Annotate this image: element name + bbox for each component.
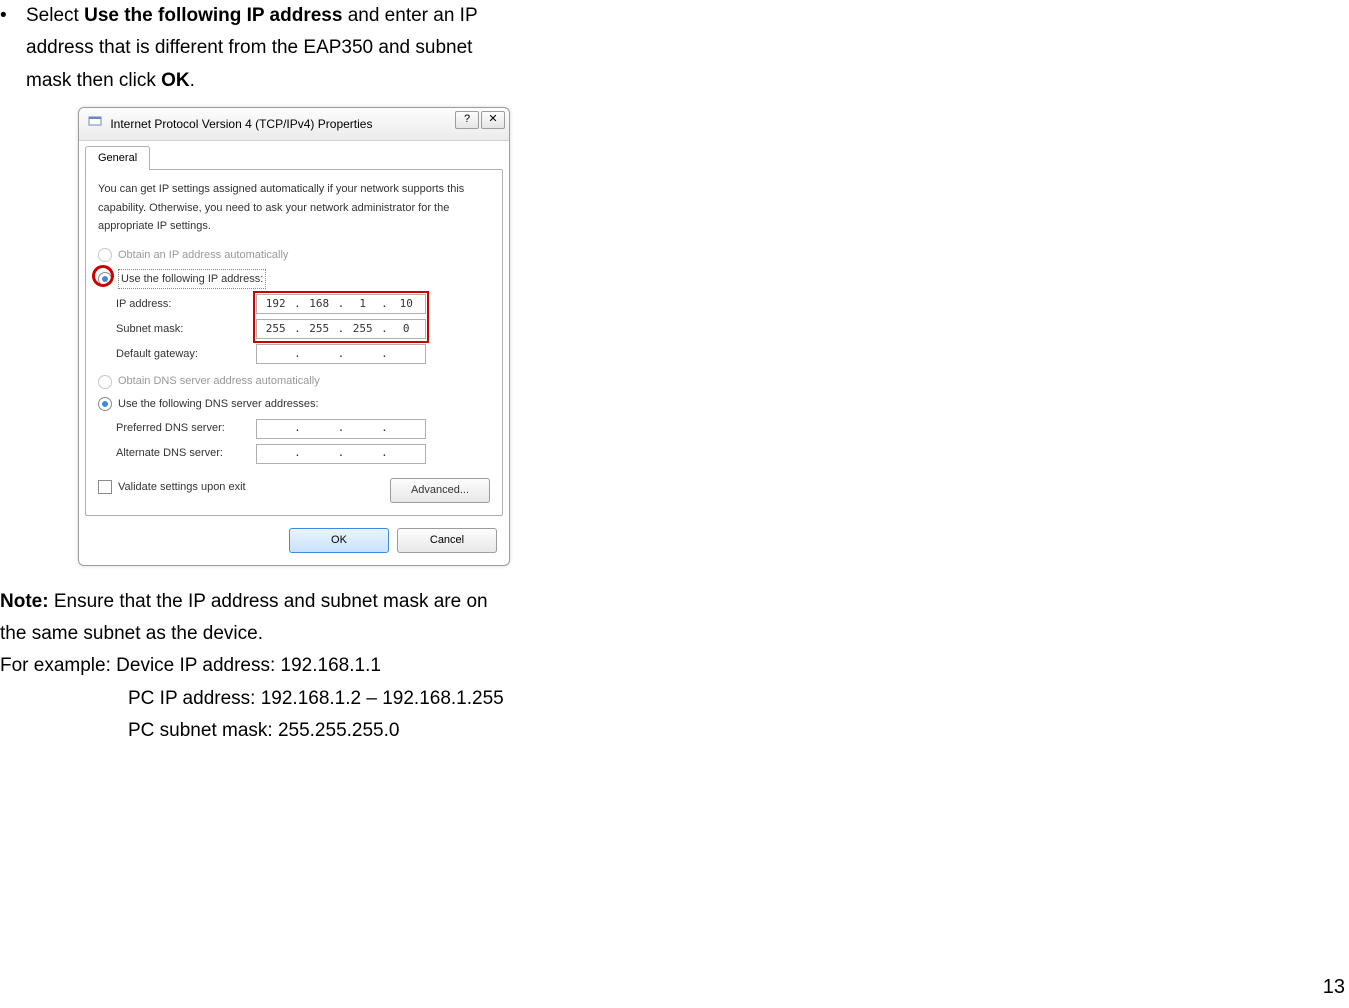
- note-line1: Note: Ensure that the IP address and sub…: [0, 586, 620, 618]
- ip-group: Obtain an IP address automatically Use t…: [98, 246, 490, 364]
- instr-prefix: Select: [26, 5, 84, 26]
- note-line1-rest: Ensure that the IP address and subnet ma…: [49, 591, 488, 612]
- note-bold: Note:: [0, 591, 49, 612]
- tab-panel-general: You can get IP settings assigned automat…: [85, 169, 503, 516]
- radio-auto-dns-label: Obtain DNS server address automatically: [118, 372, 320, 391]
- radio-auto-ip[interactable]: [98, 248, 112, 262]
- alt-dns-row: Alternate DNS server: . . .: [116, 444, 490, 464]
- note-line3: For example: Device IP address: 192.168.…: [0, 650, 620, 682]
- radio-use-ip-row[interactable]: Use the following IP address:: [98, 269, 490, 290]
- radio-auto-dns[interactable]: [98, 375, 112, 389]
- pref-dns-input[interactable]: . . .: [256, 419, 426, 439]
- instr-mid: and enter an IP: [342, 5, 477, 26]
- instruction-line1: Select Use the following IP address and …: [26, 0, 478, 32]
- gateway-label: Default gateway:: [116, 345, 256, 364]
- subnet-label: Subnet mask:: [116, 320, 256, 339]
- validate-label: Validate settings upon exit: [118, 478, 246, 497]
- dns-group: Obtain DNS server address automatically …: [98, 372, 490, 463]
- ip-address-label: IP address:: [116, 295, 256, 314]
- dialog-title-text: Internet Protocol Version 4 (TCP/IPv4) P…: [110, 117, 372, 131]
- instruction-line3: mask then click OK.: [0, 65, 620, 97]
- validate-checkbox[interactable]: [98, 480, 112, 494]
- advanced-button[interactable]: Advanced...: [390, 478, 490, 503]
- tcpip-properties-dialog: Internet Protocol Version 4 (TCP/IPv4) P…: [78, 107, 510, 566]
- instr-line3b: .: [190, 70, 195, 91]
- dns-fields: Preferred DNS server: . . . Alternate DN…: [116, 419, 490, 464]
- ok-button[interactable]: OK: [289, 528, 389, 553]
- note-line4: PC IP address: 192.168.1.2 – 192.168.1.2…: [0, 683, 620, 715]
- dialog-icon: [87, 114, 103, 134]
- cancel-button[interactable]: Cancel: [397, 528, 497, 553]
- instruction-bullet-row: • Select Use the following IP address an…: [0, 0, 620, 32]
- tabstrip: General: [79, 141, 509, 169]
- dialog-button-row: OK Cancel: [79, 522, 509, 565]
- page-number: 13: [1323, 970, 1345, 1004]
- pref-dns-label: Preferred DNS server:: [116, 419, 256, 438]
- gateway-input[interactable]: . . .: [256, 344, 426, 364]
- highlight-box-icon: [253, 291, 429, 343]
- radio-auto-dns-row[interactable]: Obtain DNS server address automatically: [98, 372, 490, 391]
- instruction-line2: address that is different from the EAP35…: [0, 32, 620, 64]
- instr-bold-use-ip: Use the following IP address: [84, 5, 342, 26]
- note-block: Note: Ensure that the IP address and sub…: [0, 586, 620, 747]
- dialog-titlebar: Internet Protocol Version 4 (TCP/IPv4) P…: [79, 108, 509, 141]
- radio-auto-ip-label: Obtain an IP address automatically: [118, 246, 288, 265]
- note-line5: PC subnet mask: 255.255.255.0: [0, 715, 620, 747]
- radio-use-ip-label: Use the following IP address:: [118, 269, 266, 290]
- pref-dns-row: Preferred DNS server: . . .: [116, 419, 490, 439]
- help-button[interactable]: ?: [455, 111, 479, 129]
- instr-line3a: mask then click: [26, 70, 161, 91]
- radio-use-dns-label: Use the following DNS server addresses:: [118, 395, 319, 414]
- bullet-glyph: •: [0, 0, 26, 32]
- highlight-circle-icon: [92, 265, 114, 287]
- radio-use-dns-row[interactable]: Use the following DNS server addresses:: [98, 395, 490, 414]
- tab-general[interactable]: General: [85, 146, 150, 170]
- close-button[interactable]: ✕: [481, 111, 505, 129]
- dialog-description: You can get IP settings assigned automat…: [98, 180, 490, 236]
- gateway-row: Default gateway: . . .: [116, 344, 490, 364]
- instr-bold-ok: OK: [161, 70, 190, 91]
- ip-fields: IP address: 192. 168. 1. 10 Subnet mask:…: [116, 294, 490, 364]
- radio-auto-ip-row[interactable]: Obtain an IP address automatically: [98, 246, 490, 265]
- radio-use-dns[interactable]: [98, 397, 112, 411]
- note-line2: the same subnet as the device.: [0, 618, 620, 650]
- alt-dns-input[interactable]: . . .: [256, 444, 426, 464]
- alt-dns-label: Alternate DNS server:: [116, 444, 256, 463]
